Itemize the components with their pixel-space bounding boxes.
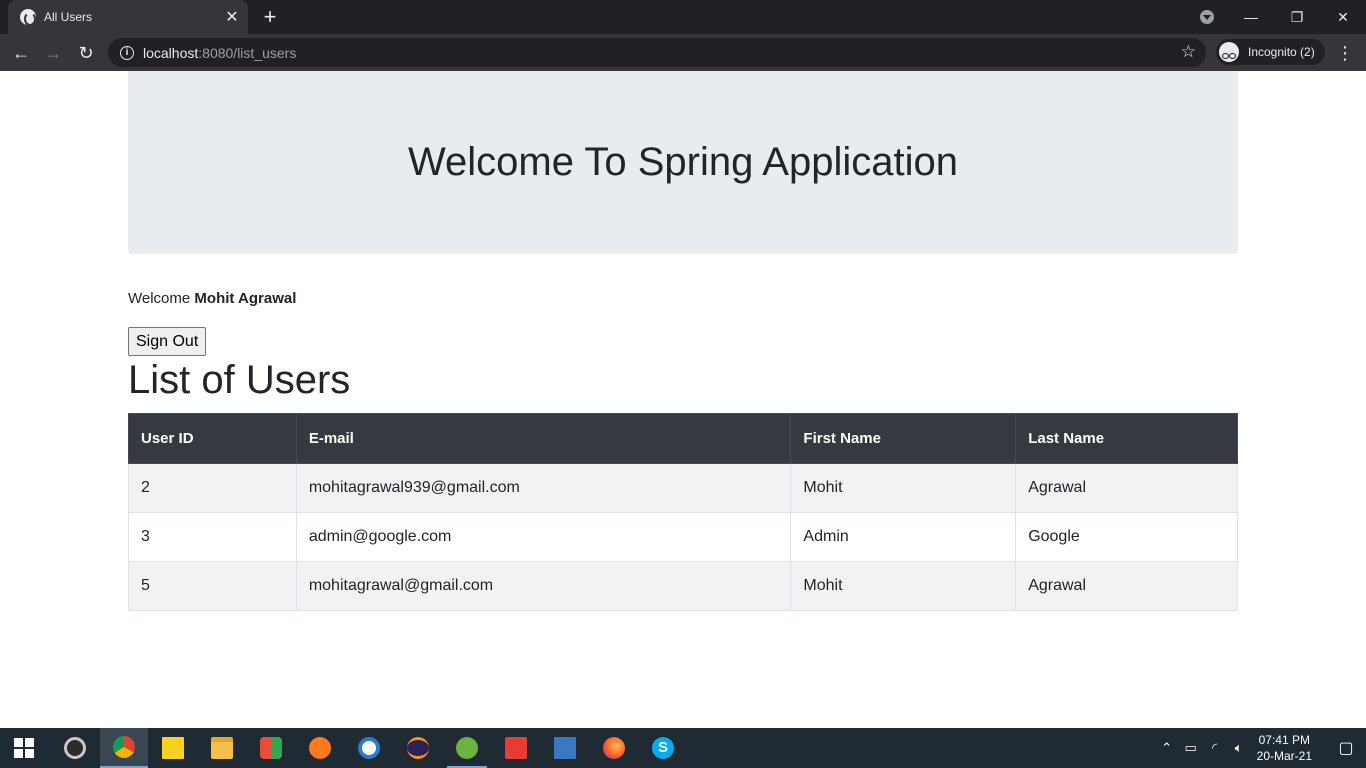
media-player-icon [64,737,86,759]
chevron-up-icon[interactable]: ⌃ [1155,740,1179,756]
jumbotron-title: Welcome To Spring Application [408,140,958,184]
firefox-icon [603,737,625,759]
cell-email: mohitagrawal@gmail.com [295,561,792,611]
folder-icon [211,737,233,759]
table-header-row: User ID E-mail First Name Last Name [128,413,1238,464]
table-row: 2 mohitagrawal939@gmail.com Mohit Agrawa… [128,463,1238,513]
sticky-notes-icon [162,737,184,759]
header-user-id: User ID [128,413,297,464]
volume-icon[interactable]: 🔈︎ [1227,740,1251,756]
header-email: E-mail [295,413,792,464]
spring-leaf-icon [456,737,478,759]
incognito-button[interactable]: Incognito (2) [1216,39,1325,65]
users-table: User ID E-mail First Name Last Name 2 mo… [128,413,1238,611]
office-app-icon [260,737,282,759]
welcome-username: Mohit Agrawal [194,290,297,307]
cell-user-id: 5 [128,561,297,611]
browser-tab[interactable]: All Users ✕ [8,0,248,34]
bookmark-star-icon[interactable]: ☆ [1181,42,1196,62]
window-controls: — ❐ ✕ [1228,0,1366,34]
page-content: Welcome To Spring Application Welcome Mo… [0,71,1366,728]
minimize-icon[interactable]: — [1228,9,1274,25]
close-tab-icon[interactable]: ✕ [222,7,242,27]
cell-user-id: 2 [128,463,297,513]
taskbar-chrome[interactable] [100,728,148,768]
cell-email: admin@google.com [295,512,792,562]
windows-logo-icon [14,738,34,758]
incognito-icon [1219,42,1239,62]
table-row: 5 mohitagrawal@gmail.com Mohit Agrawal [128,561,1238,611]
cell-last-name: Google [1015,512,1238,562]
browser-tabbar: All Users ✕ + — ❐ ✕ [0,0,1366,34]
taskbar-firefox[interactable] [590,728,638,768]
taskbar-app-w[interactable] [345,728,393,768]
browser-toolbar: ← → ↻ i localhost:8080/list_users ☆ Inco… [0,34,1366,71]
cell-first-name: Mohit [790,561,1017,611]
sign-out-button[interactable]: Sign Out [128,327,207,356]
wifi-icon[interactable]: ◜ [1203,740,1227,756]
url-text[interactable]: localhost:8080/list_users [143,45,296,61]
taskbar-git-tool[interactable] [492,728,540,768]
forward-icon[interactable]: → [40,40,66,66]
welcome-prefix: Welcome [128,290,191,307]
cell-last-name: Agrawal [1015,561,1238,611]
jumbotron: Welcome To Spring Application [128,71,1238,254]
globe-icon [20,9,36,26]
page-title: List of Users [128,358,351,402]
taskbar-sticky-notes[interactable] [149,728,197,768]
clock[interactable]: 07:41 PM 20-Mar-21 [1257,732,1312,764]
clock-time: 07:41 PM [1258,733,1310,747]
eclipse-icon [407,737,429,759]
tab-title: All Users [44,10,93,24]
taskbar-remote-desktop[interactable] [541,728,589,768]
sublime-text-icon [309,737,331,759]
address-bar[interactable]: i localhost:8080/list_users ☆ [108,38,1206,67]
incognito-label: Incognito (2) [1248,45,1315,59]
windows-taskbar: S ⌃ ▭ ◜ 🔈︎ 07:41 PM 20-Mar-21 ▢ [0,728,1366,768]
taskbar-eclipse[interactable] [394,728,442,768]
remote-desktop-icon [554,737,576,759]
taskbar-media-player[interactable] [51,728,99,768]
skype-icon: S [652,737,674,759]
git-tool-icon [505,737,527,759]
table-row: 3 admin@google.com Admin Google [128,512,1238,562]
taskbar-office-app[interactable] [247,728,295,768]
notification-icon[interactable]: ▢ [1326,738,1366,758]
cell-first-name: Admin [790,512,1017,562]
start-button[interactable] [0,728,48,768]
taskbar-spring-tool-suite[interactable] [443,728,491,768]
system-tray: ⌃ ▭ ◜ 🔈︎ 07:41 PM 20-Mar-21 ▢ [1155,728,1366,768]
header-last-name: Last Name [1015,413,1238,464]
restore-icon[interactable]: ❐ [1274,9,1320,26]
chrome-icon [113,736,135,758]
battery-icon[interactable]: ▭ [1179,740,1203,756]
app-w-icon [358,737,380,759]
taskbar-sublime[interactable] [296,728,344,768]
welcome-message: Welcome Mohit Agrawal [128,290,296,307]
new-tab-button[interactable]: + [258,5,282,29]
taskbar-skype[interactable]: S [639,728,687,768]
cell-email: mohitagrawal939@gmail.com [295,463,792,513]
tab-search-icon[interactable] [1200,10,1214,24]
header-first-name: First Name [790,413,1017,464]
cell-last-name: Agrawal [1015,463,1238,513]
browser-menu-icon[interactable]: ⋮ [1336,40,1354,66]
cell-user-id: 3 [128,512,297,562]
cell-first-name: Mohit [790,463,1017,513]
info-icon[interactable]: i [120,45,134,60]
taskbar-file-explorer[interactable] [198,728,246,768]
clock-date: 20-Mar-21 [1256,749,1312,763]
reload-icon[interactable]: ↻ [73,40,99,66]
back-icon[interactable]: ← [8,40,34,66]
close-window-icon[interactable]: ✕ [1320,9,1366,26]
